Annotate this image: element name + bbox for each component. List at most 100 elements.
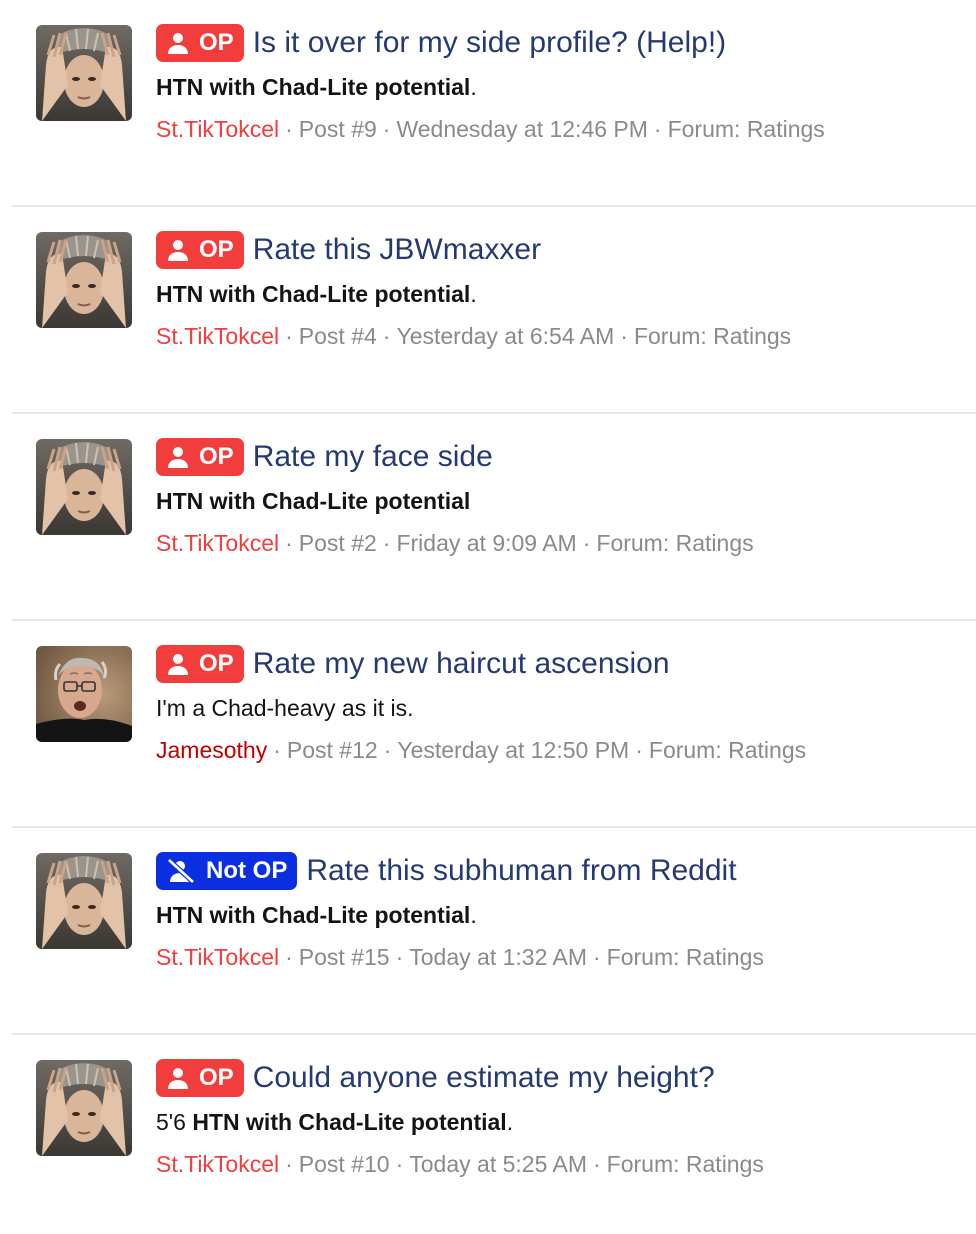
result-item: OP Rate my new haircut ascension I'm a C… bbox=[12, 621, 976, 828]
post-meta: St.TikTokcel · Post #2 · Friday at 9:09 AM · F… bbox=[156, 525, 976, 561]
user-icon bbox=[166, 652, 199, 676]
post-date: Today at 1:32 AM bbox=[409, 944, 587, 970]
forum-link[interactable]: Forum: Ratings bbox=[607, 1151, 764, 1177]
avatar[interactable] bbox=[36, 646, 132, 742]
result-item: OP Is it over for my side profile? (Help… bbox=[12, 0, 976, 207]
post-number-link[interactable]: Post #2 bbox=[299, 530, 377, 556]
separator: · bbox=[273, 737, 281, 763]
separator: · bbox=[593, 1151, 601, 1177]
post-snippet: HTN with Chad-Lite potential. bbox=[156, 897, 976, 933]
post-date: Today at 5:25 AM bbox=[409, 1151, 587, 1177]
title-line: OP Rate my new haircut ascension bbox=[156, 643, 976, 685]
title-line: OP Rate my face side bbox=[156, 436, 976, 478]
snippet-prefix: I'm a Chad-heavy as it is. bbox=[156, 695, 414, 721]
title-line: OP Could anyone estimate my height? bbox=[156, 1057, 976, 1099]
thread-title-link[interactable]: Is it over for my side profile? (Help!) bbox=[253, 26, 726, 60]
forum-link[interactable]: Forum: Ratings bbox=[596, 530, 753, 556]
separator: · bbox=[382, 323, 391, 349]
separator: · bbox=[285, 116, 293, 142]
badge-label: OP bbox=[199, 650, 234, 677]
post-date: Friday at 9:09 AM bbox=[396, 530, 577, 556]
snippet-suffix: . bbox=[506, 1109, 514, 1135]
separator: · bbox=[382, 116, 391, 142]
forum-link[interactable]: Forum: Ratings bbox=[649, 737, 806, 763]
user-icon bbox=[166, 31, 199, 55]
result-content: Not OP Rate this subhuman from Reddit HT… bbox=[156, 850, 976, 975]
post-number-link[interactable]: Post #10 bbox=[299, 1151, 390, 1177]
thread-title-link[interactable]: Rate this JBWmaxxer bbox=[253, 233, 541, 267]
op-badge: OP bbox=[156, 438, 244, 476]
snippet-prefix: 5'6 bbox=[156, 1109, 193, 1135]
snippet-suffix: . bbox=[470, 281, 477, 307]
user-slash-icon bbox=[166, 859, 206, 883]
separator: · bbox=[285, 1151, 293, 1177]
post-number-link[interactable]: Post #4 bbox=[299, 323, 377, 349]
post-snippet: HTN with Chad-Lite potential bbox=[156, 483, 976, 519]
thread-title-link[interactable]: Could anyone estimate my height? bbox=[253, 1061, 715, 1095]
post-date: Wednesday at 12:46 PM bbox=[396, 116, 648, 142]
post-snippet: 5'6 HTN with Chad-Lite potential. bbox=[156, 1104, 976, 1140]
result-content: OP Rate my face side HTN with Chad-Lite … bbox=[156, 436, 976, 561]
badge-label: OP bbox=[199, 443, 234, 470]
result-item: OP Could anyone estimate my height? 5'6 … bbox=[12, 1035, 976, 1234]
avatar[interactable] bbox=[36, 439, 132, 535]
post-date: Yesterday at 6:54 AM bbox=[396, 323, 615, 349]
avatar[interactable] bbox=[36, 232, 132, 328]
snippet-bold: HTN with Chad-Lite potential bbox=[156, 281, 471, 307]
thread-title-link[interactable]: Rate my face side bbox=[253, 440, 493, 474]
snippet-bold: HTN with Chad-Lite potential bbox=[192, 1109, 507, 1135]
separator: · bbox=[635, 737, 643, 763]
username-link[interactable]: St.TikTokcel bbox=[156, 116, 279, 142]
username-link[interactable]: St.TikTokcel bbox=[156, 1151, 279, 1177]
post-meta: St.TikTokcel · Post #4 · Yesterday at 6:54 A… bbox=[156, 318, 976, 354]
snippet-suffix: . bbox=[470, 74, 477, 100]
thread-title-link[interactable]: Rate this subhuman from Reddit bbox=[306, 854, 736, 888]
result-item: OP Rate this JBWmaxxer HTN with Chad-Lit… bbox=[12, 207, 976, 414]
post-number-link[interactable]: Post #12 bbox=[287, 737, 378, 763]
title-line: Not OP Rate this subhuman from Reddit bbox=[156, 850, 976, 892]
avatar[interactable] bbox=[36, 1060, 132, 1156]
username-link[interactable]: Jamesothy bbox=[156, 737, 267, 763]
separator: · bbox=[285, 944, 293, 970]
forum-link[interactable]: Forum: Ratings bbox=[668, 116, 825, 142]
op-badge: OP bbox=[156, 24, 244, 62]
post-meta: Jamesothy · Post #12 · Yesterday at 12:50 PM… bbox=[156, 732, 976, 768]
forum-link[interactable]: Forum: Ratings bbox=[607, 944, 764, 970]
badge-label: Not OP bbox=[206, 857, 288, 884]
separator: · bbox=[285, 323, 293, 349]
title-line: OP Is it over for my side profile? (Help… bbox=[156, 22, 976, 64]
separator: · bbox=[383, 737, 392, 763]
avatar[interactable] bbox=[36, 853, 132, 949]
forum-link[interactable]: Forum: Ratings bbox=[634, 323, 791, 349]
username-link[interactable]: St.TikTokcel bbox=[156, 530, 279, 556]
user-icon bbox=[166, 238, 199, 262]
username-link[interactable]: St.TikTokcel bbox=[156, 944, 279, 970]
separator: · bbox=[285, 530, 293, 556]
thread-title-link[interactable]: Rate my new haircut ascension bbox=[253, 647, 670, 681]
not-op-badge: Not OP bbox=[156, 852, 298, 890]
post-meta: St.TikTokcel · Post #15 · Today at 1:32 AM · F… bbox=[156, 939, 976, 975]
result-content: OP Rate my new haircut ascension I'm a C… bbox=[156, 643, 976, 768]
snippet-suffix: . bbox=[470, 902, 477, 928]
avatar[interactable] bbox=[36, 25, 132, 121]
post-snippet: HTN with Chad-Lite potential. bbox=[156, 69, 976, 105]
badge-label: OP bbox=[199, 1064, 234, 1091]
result-item: OP Rate my face side HTN with Chad-Lite … bbox=[12, 414, 976, 621]
separator: · bbox=[620, 323, 628, 349]
user-icon bbox=[166, 1066, 199, 1090]
op-badge: OP bbox=[156, 645, 244, 683]
separator: · bbox=[582, 530, 591, 556]
badge-label: OP bbox=[199, 29, 234, 56]
user-icon bbox=[166, 445, 199, 469]
post-snippet: HTN with Chad-Lite potential. bbox=[156, 276, 976, 312]
separator: · bbox=[382, 530, 391, 556]
result-content: OP Is it over for my side profile? (Help… bbox=[156, 22, 976, 147]
snippet-bold: HTN with Chad-Lite potential bbox=[156, 74, 471, 100]
post-number-link[interactable]: Post #9 bbox=[299, 116, 377, 142]
post-number-link[interactable]: Post #15 bbox=[299, 944, 390, 970]
username-link[interactable]: St.TikTokcel bbox=[156, 323, 279, 349]
result-item: Not OP Rate this subhuman from Reddit HT… bbox=[12, 828, 976, 1035]
separator: · bbox=[395, 944, 404, 970]
separator: · bbox=[395, 1151, 404, 1177]
separator: · bbox=[593, 944, 601, 970]
